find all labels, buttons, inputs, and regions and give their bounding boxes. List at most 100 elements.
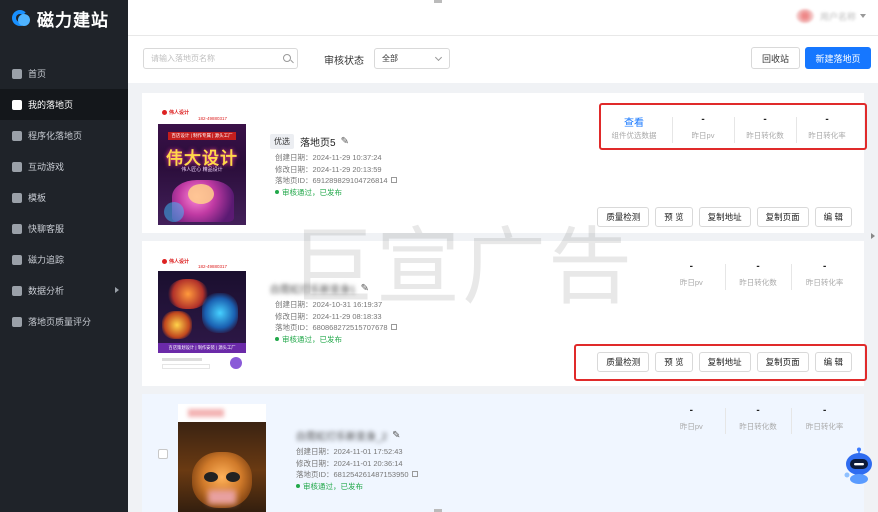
status-filter-label: 审核状态 [324,56,364,67]
page-id: 落地页ID：691289829104726814 [275,176,388,185]
pv-stat: - 昨日pv [672,107,734,151]
sidebar-item-tracking[interactable]: 磁力追踪 [0,244,128,275]
stat-value: - [756,405,760,416]
landing-page-list: 伟人设计 182-49880317 百店设计 | 制作专属 | 源头工厂 伟大设… [128,83,878,512]
sidebar-item-chat[interactable]: 快聊客服 [0,213,128,244]
app-logo[interactable]: 磁力建站 [12,6,109,30]
status-dot [296,483,300,488]
sidebar-item-label: 数据分析 [28,286,65,296]
stat-label: 昨日转化数 [739,422,777,431]
edit-icon[interactable]: ✎ [392,430,400,441]
conversion-rate-stat: - 昨日转化率 [796,107,858,151]
modified-date: 修改日期：2024-11-01 20:36:14 [296,458,403,468]
copy-url-button[interactable]: 复制地址 [698,207,751,227]
stat-label: 组件优选数据 [611,131,657,140]
sidebar-item-label: 首页 [28,69,47,79]
copy-icon[interactable] [390,324,397,330]
chevron-right-icon [115,287,119,293]
thumb-footer: 百店策划设计 | 制作安装 | 源头工厂 [158,343,246,353]
page-title: 白霓虹灯乐新变身_2 [296,432,388,443]
edit-button[interactable]: 编 辑 [814,207,852,227]
quality-check-button[interactable]: 质量检测 [597,207,650,227]
program-icon [12,130,22,141]
edit-button[interactable]: 编 辑 [814,352,852,372]
conversion-count-stat: - 昨日转化数 [724,398,792,442]
monitor-icon [12,316,22,327]
stat-value: - [763,114,767,125]
edit-icon[interactable]: ✎ [361,283,369,294]
preferred-data-stat: 查看 组件优选数据 [596,107,672,151]
stat-value: - [701,114,705,125]
avatar [795,9,814,23]
sidebar: 磁力建站 首页 我的落地页 程序化落地页 互动游戏 模板 快聊客服 磁力追踪 数… [0,0,128,512]
sidebar-item-analytics[interactable]: 数据分析 [0,275,128,306]
sidebar-item-label: 模板 [28,193,47,203]
page-title: 落地页5 [300,138,336,149]
edit-icon[interactable]: ✎ [341,136,349,147]
landing-page-thumbnail[interactable]: 伟人设计 182-49880317 百店策划设计 | 制作安装 | 源头工厂 [158,257,246,374]
sidebar-item-quality-score[interactable]: 落地页质量评分 [0,306,128,337]
assistant-robot-icon[interactable] [843,447,875,485]
scroll-right-icon[interactable] [870,230,878,242]
landing-page-card: 伟人设计 182-49880317 百店策划设计 | 制作安装 | 源头工厂 白… [142,241,867,386]
card-meta: 创建日期：2024-11-29 10:37:24 修改日期：2024-11-29… [275,152,397,198]
premium-badge: 优选 [270,134,294,149]
new-landing-page-button[interactable]: 新建落地页 [805,47,871,69]
window-notch [434,0,442,3]
preview-button[interactable]: 预 览 [655,352,693,372]
chevron-down-icon [434,53,443,62]
copy-page-button[interactable]: 复制页面 [756,207,809,227]
landing-page-thumbnail[interactable]: 伟人设计 182-49880317 百店设计 | 制作专属 | 源头工厂 伟大设… [158,108,246,225]
document-icon [12,99,22,110]
copy-icon[interactable] [390,177,397,183]
search-icon[interactable] [283,54,291,62]
status-select[interactable]: 全部 [374,48,450,69]
user-menu[interactable]: 用户名称 [795,9,866,23]
stat-value: - [689,405,693,416]
copy-url-button[interactable]: 复制地址 [698,352,751,372]
card-title-row: 优选 落地页5 ✎ [270,134,349,149]
landing-page-card: 伟人设计 182-49880317 百店设计 | 制作专属 | 源头工厂 伟大设… [142,93,867,233]
copy-icon[interactable] [411,471,418,477]
stat-label: 昨日转化数 [746,131,784,140]
sidebar-item-home[interactable]: 首页 [0,58,128,89]
landing-page-thumbnail[interactable] [178,404,266,512]
status-dot [275,336,279,341]
quality-check-button[interactable]: 质量检测 [597,352,650,372]
card-stats: - 昨日pv - 昨日转化数 - 昨日转化率 [658,398,858,442]
preview-button[interactable]: 预 览 [655,207,693,227]
filter-bar: 审核状态 全部 回收站 新建落地页 [128,36,878,83]
sidebar-item-my-pages[interactable]: 我的落地页 [0,89,128,120]
sidebar-item-templates[interactable]: 模板 [0,182,128,213]
sidebar-nav: 首页 我的落地页 程序化落地页 互动游戏 模板 快聊客服 磁力追踪 数据分析 落… [0,58,128,337]
chevron-down-icon [860,14,866,18]
sidebar-item-label: 程序化落地页 [28,131,83,141]
pv-stat: - 昨日pv [658,254,725,298]
search-input[interactable] [143,48,298,69]
chart-icon [12,285,22,296]
thumb-brand: 伟人设计 [169,110,190,116]
stat-label: 昨日转化率 [805,278,844,287]
recycle-bin-button[interactable]: 回收站 [751,47,800,69]
created-date: 创建日期：2024-11-01 17:52:43 [296,447,403,456]
modified-date: 修改日期：2024-11-29 08:18:33 [275,311,382,321]
sidebar-item-programmatic[interactable]: 程序化落地页 [0,120,128,151]
template-icon [12,192,22,203]
stat-value: - [756,261,760,272]
thumb-phone: 182-49880317 [198,116,228,121]
sidebar-item-games[interactable]: 互动游戏 [0,151,128,182]
copy-page-button[interactable]: 复制页面 [756,352,809,372]
pv-stat: - 昨日pv [658,398,725,442]
review-status: 审核通过，已发布 [282,187,342,197]
stat-label: 昨日转化率 [805,422,844,431]
view-link[interactable]: 查看 [596,114,672,129]
stat-value: - [823,405,827,416]
stat-value: - [689,261,693,272]
select-checkbox[interactable] [158,449,168,459]
sidebar-item-label: 落地页质量评分 [28,317,92,327]
status-select-value: 全部 [382,54,398,63]
landing-page-card: 白霓虹灯乐新变身_2 ✎ 创建日期：2024-11-01 17:52:43 修改… [142,394,864,512]
thumb-phone: 182-49880317 [198,264,228,269]
conversion-count-stat: - 昨日转化数 [734,107,796,151]
thumb-brand: 伟人设计 [169,259,190,265]
